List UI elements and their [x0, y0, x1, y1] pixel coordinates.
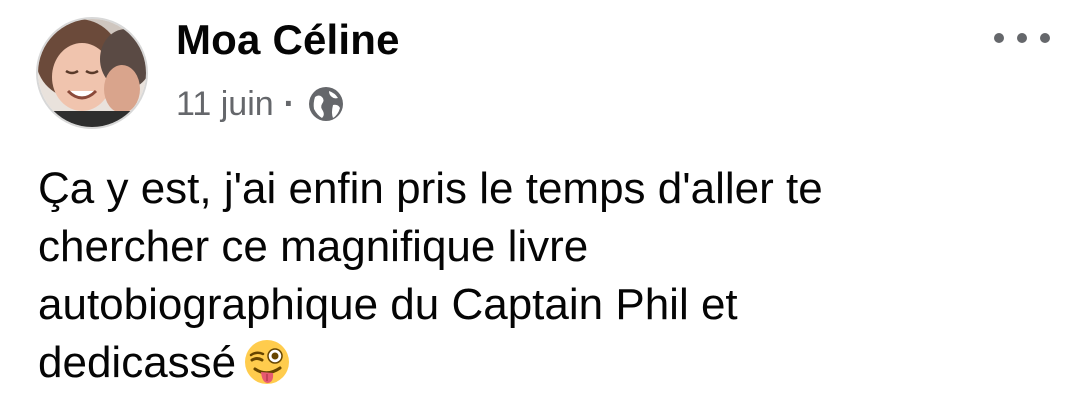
post-text-line: chercher ce magnifique livre	[38, 222, 589, 271]
post-text-line: Ça y est, j'ai enfin pris le temps d'all…	[38, 164, 823, 213]
meta-separator: ·	[283, 85, 295, 123]
more-horizontal-icon	[1017, 33, 1027, 43]
more-horizontal-icon	[994, 33, 1004, 43]
avatar-image	[38, 19, 146, 127]
post-text-line: dedicassé	[38, 338, 237, 387]
post-text-line: autobiographique du Captain Phil et	[38, 280, 738, 329]
avatar[interactable]	[36, 17, 148, 129]
winking-face-with-tongue-emoji	[244, 339, 290, 385]
post-meta: 11 juin ·	[176, 84, 345, 124]
post-text-line-last: dedicassé	[38, 334, 1048, 392]
post-card: Moa Céline 11 juin · Ça y est, j'ai enfi…	[0, 0, 1080, 404]
author-name[interactable]: Moa Céline	[176, 16, 400, 64]
more-horizontal-icon	[1040, 33, 1050, 43]
post-date[interactable]: 11 juin	[176, 84, 274, 124]
globe-icon	[307, 85, 345, 123]
more-options-button[interactable]	[994, 26, 1050, 50]
post-text: Ça y est, j'ai enfin pris le temps d'all…	[38, 160, 1048, 392]
